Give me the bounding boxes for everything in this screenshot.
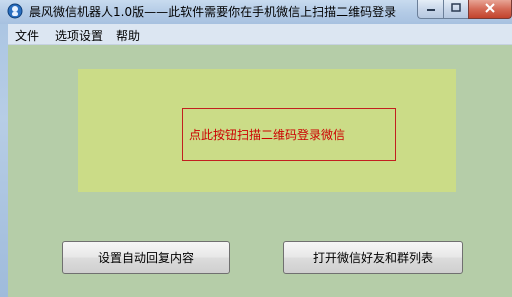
menu-help[interactable]: 帮助 bbox=[116, 27, 140, 44]
menu-bar: 文件 选项设置 帮助 bbox=[8, 24, 512, 45]
qr-login-button[interactable]: 点此按钮扫描二维码登录微信 bbox=[182, 108, 396, 161]
qr-login-panel: 点此按钮扫描二维码登录微信 bbox=[78, 69, 456, 192]
maximize-button[interactable] bbox=[443, 0, 468, 19]
auto-reply-settings-button[interactable]: 设置自动回复内容 bbox=[62, 241, 230, 274]
title-bar[interactable]: 晨风微信机器人1.0版——此软件需要你在手机微信上扫描二维码登录 bbox=[0, 0, 512, 24]
window-controls bbox=[417, 0, 512, 19]
maximize-icon bbox=[451, 2, 461, 16]
app-logo-icon bbox=[7, 3, 23, 19]
window-title: 晨风微信机器人1.0版——此软件需要你在手机微信上扫描二维码登录 bbox=[29, 5, 397, 19]
open-friends-groups-button[interactable]: 打开微信好友和群列表 bbox=[283, 241, 463, 274]
menu-file[interactable]: 文件 bbox=[15, 27, 39, 44]
minimize-button[interactable] bbox=[417, 0, 443, 19]
close-icon bbox=[484, 2, 496, 17]
client-area: 点此按钮扫描二维码登录微信 设置自动回复内容 打开微信好友和群列表 bbox=[8, 45, 512, 297]
app-window: 晨风微信机器人1.0版——此软件需要你在手机微信上扫描二维码登录 文件 选项设置 bbox=[0, 0, 512, 297]
minimize-icon bbox=[426, 2, 436, 16]
close-button[interactable] bbox=[468, 0, 512, 19]
menu-options[interactable]: 选项设置 bbox=[55, 27, 103, 44]
